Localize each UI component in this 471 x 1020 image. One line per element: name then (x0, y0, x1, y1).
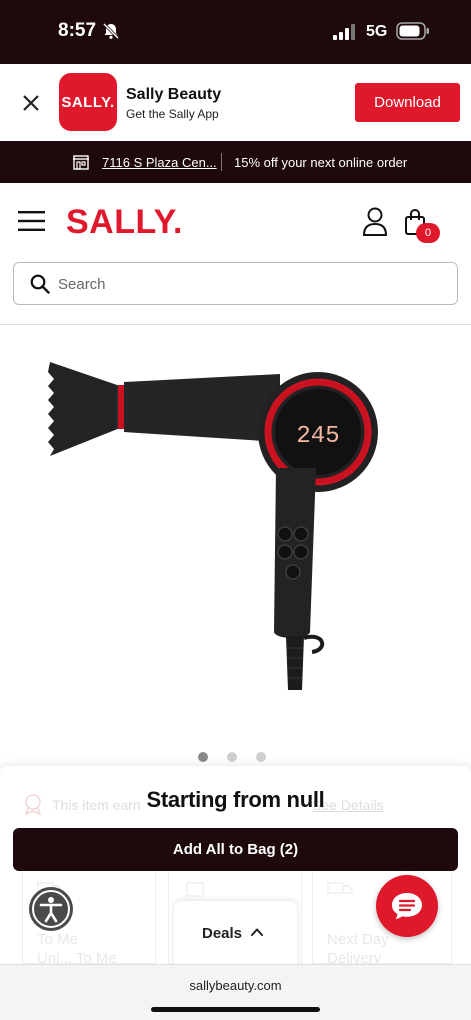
home-indicator[interactable] (151, 1007, 320, 1012)
app-install-banner: SALLY. Sally Beauty Get the Sally App Do… (0, 64, 471, 141)
site-header: SALLY. 0 (0, 183, 471, 325)
promo-bar: 7116 S Plaza Cen... 15% off your next on… (0, 141, 471, 183)
menu-icon[interactable] (18, 210, 46, 232)
url-text[interactable]: sallybeauty.com (0, 978, 471, 993)
browser-url-bar: sallybeauty.com (0, 964, 471, 1020)
status-time: 8:57 (58, 20, 97, 41)
signal-icon (333, 24, 355, 40)
search-input[interactable] (58, 271, 438, 297)
carousel-dot-1[interactable] (198, 752, 208, 762)
search-box[interactable] (13, 262, 458, 305)
battery-icon (396, 22, 429, 40)
accessibility-icon (32, 890, 70, 928)
chevron-up-icon (251, 928, 263, 936)
download-button[interactable]: Download (355, 83, 460, 122)
promo-text[interactable]: 15% off your next online order (234, 155, 407, 170)
add-all-to-bag-button[interactable]: Add All to Bag (2) (13, 828, 458, 871)
deals-label: Deals (202, 925, 243, 942)
accessibility-button[interactable] (29, 887, 73, 931)
account-icon[interactable] (362, 207, 388, 237)
chat-icon (392, 893, 422, 920)
dryer-display-readout: 245 (296, 423, 339, 450)
app-name: Sally Beauty (126, 86, 222, 103)
close-icon[interactable] (20, 92, 42, 114)
product-image-hair-dryer[interactable]: 245 (40, 350, 400, 710)
carousel-dots (198, 752, 273, 762)
search-icon (30, 274, 50, 294)
bag-count-badge: 0 (416, 223, 440, 243)
fulfillment-option-label: To Me Uni... To Me (37, 931, 117, 967)
store-icon (73, 155, 89, 170)
deals-tab[interactable]: Deals (174, 901, 297, 965)
app-logo: SALLY. (59, 73, 117, 131)
store-location-link[interactable]: 7116 S Plaza Cen... (102, 155, 217, 170)
bell-slash-icon (102, 22, 120, 40)
chat-button[interactable] (376, 875, 438, 937)
site-logo[interactable]: SALLY. (66, 203, 183, 242)
status-bar: 8:57 5G (0, 0, 471, 64)
fulfillment-option-label: Next Day Delivery (327, 931, 389, 967)
network-label: 5G (366, 23, 388, 40)
price-heading: Starting from null (146, 787, 325, 812)
promo-divider (221, 153, 222, 171)
delivery-icon (327, 882, 353, 894)
store-pickup-icon (186, 882, 204, 897)
app-subtitle: Get the Sally App (126, 107, 219, 121)
carousel-dot-2[interactable] (227, 752, 237, 762)
carousel-dot-3[interactable] (256, 752, 266, 762)
